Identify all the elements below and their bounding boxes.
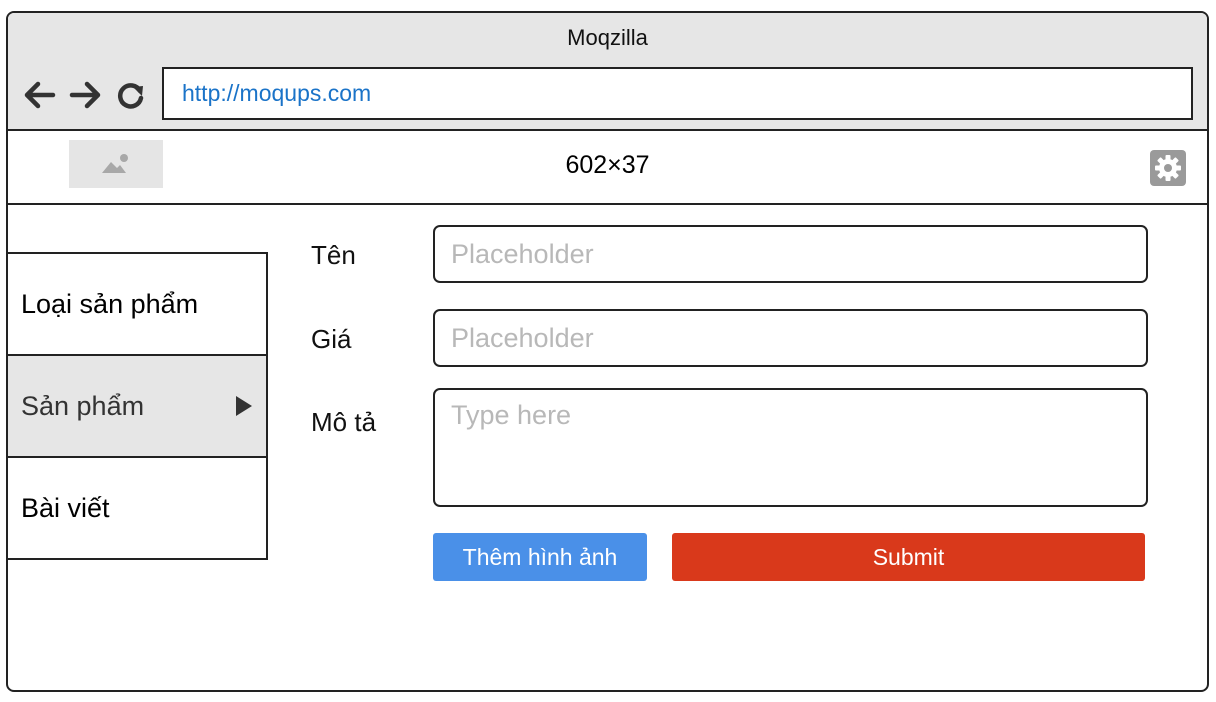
description-textarea[interactable] [433,388,1148,507]
app-header: 602×37 [8,131,1207,205]
browser-window: Moqzilla http://moqups.com 602×37 Loại s… [6,11,1209,692]
submenu-arrow-icon [236,396,252,416]
sidebar-item-label: Bài viết [21,492,110,523]
gear-icon[interactable] [1150,150,1186,186]
browser-chrome: Moqzilla http://moqups.com [8,13,1207,131]
sidebar-item-posts[interactable]: Bài viết [8,458,266,558]
url-bar[interactable]: http://moqups.com [162,67,1193,120]
sidebar-item-products[interactable]: Sản phẩm [8,356,266,458]
window-title: Moqzilla [567,25,648,50]
url-text: http://moqups.com [182,80,372,106]
back-arrow-icon[interactable] [20,77,58,113]
submit-button[interactable]: Submit [672,533,1145,581]
name-input[interactable] [433,225,1148,283]
reload-icon[interactable] [112,77,150,113]
description-label: Mô tả [311,407,377,437]
forward-arrow-icon[interactable] [67,77,105,113]
add-image-button[interactable]: Thêm hình ảnh [433,533,647,581]
name-label: Tên [311,240,356,270]
price-input[interactable] [433,309,1148,367]
sidebar-menu: Loại sản phẩm Sản phẩm Bài viết [8,252,268,560]
sidebar-item-label: Sản phẩm [21,390,145,421]
price-label: Giá [311,324,352,354]
sidebar-item-product-category[interactable]: Loại sản phẩm [8,254,266,356]
sidebar-item-label: Loại sản phẩm [21,288,199,319]
header-title: 602×37 [565,151,650,179]
